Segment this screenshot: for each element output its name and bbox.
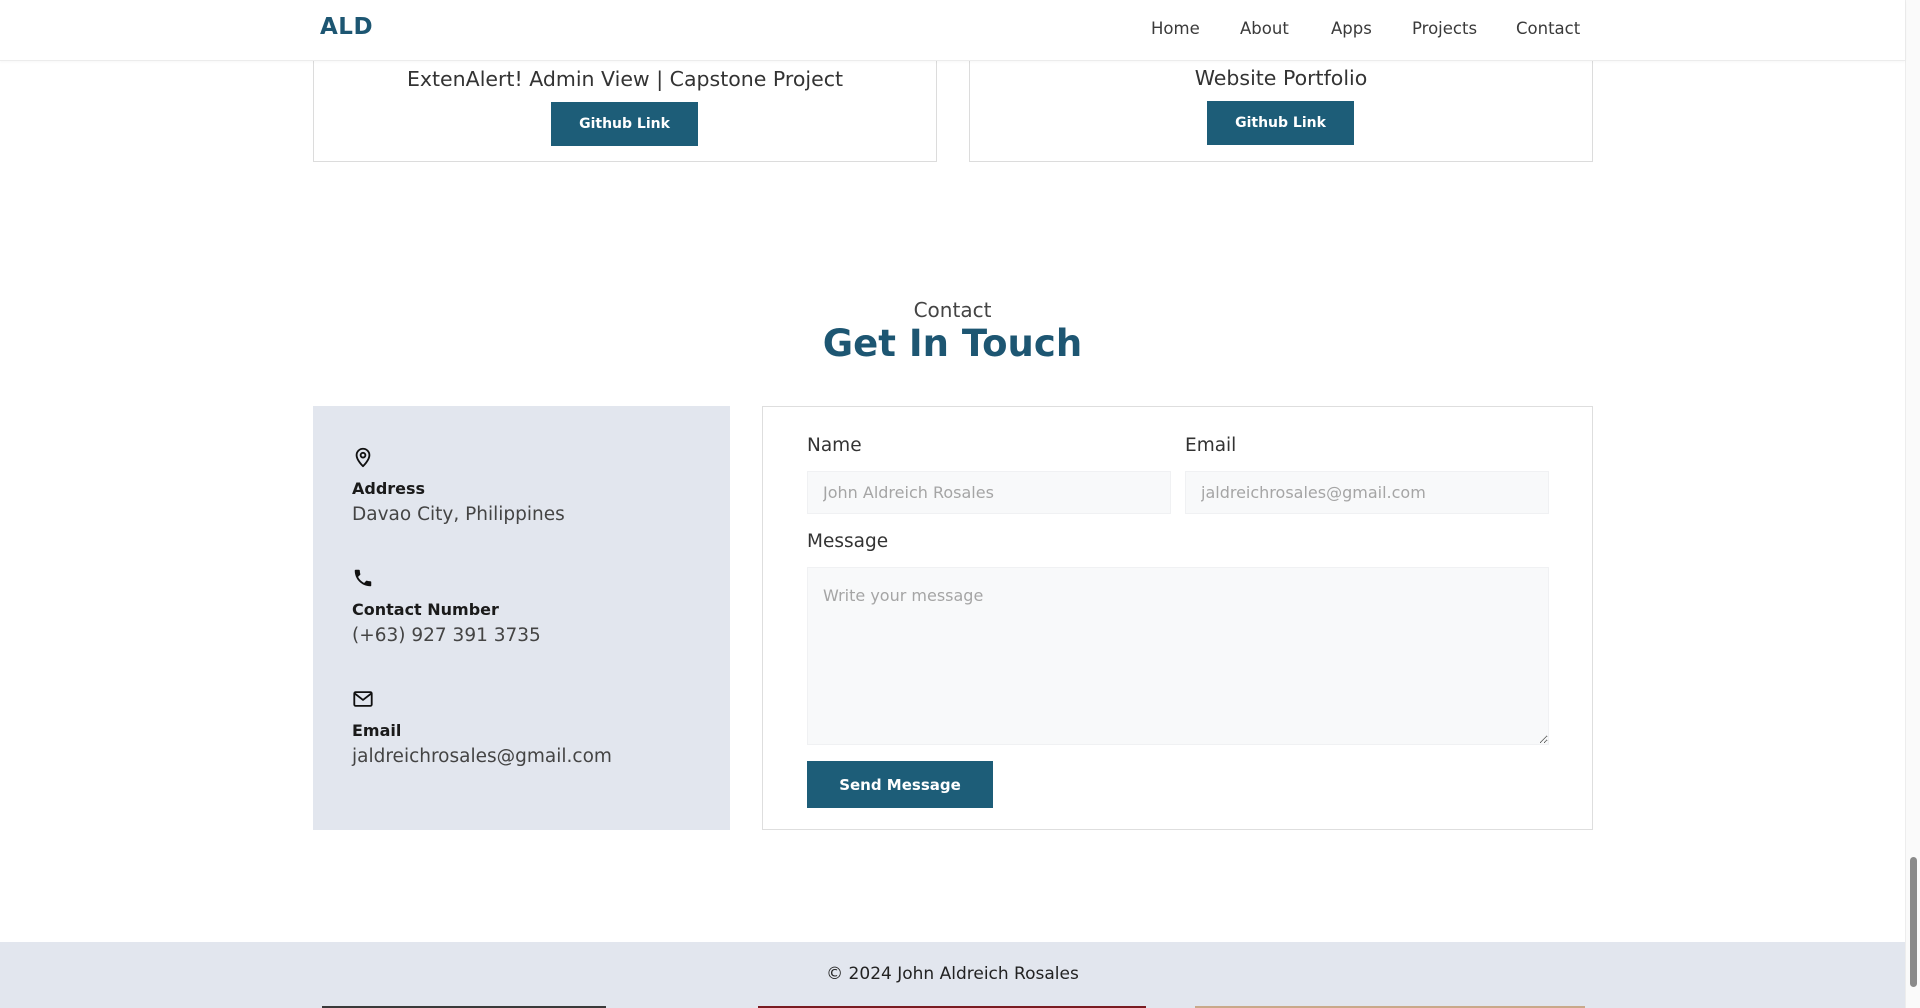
nav-apps[interactable]: Apps xyxy=(1331,19,1372,38)
github-link-button[interactable]: Github Link xyxy=(551,102,698,146)
name-label: Name xyxy=(807,435,862,456)
copyright: © 2024 John Aldreich Rosales xyxy=(826,964,1079,984)
nav-home[interactable]: Home xyxy=(1151,19,1200,38)
email-input[interactable] xyxy=(1185,471,1549,514)
scrollbar-thumb[interactable] xyxy=(1910,857,1917,987)
address-block: Address Davao City, Philippines xyxy=(352,446,712,536)
section-subtitle: Contact xyxy=(913,298,992,322)
message-textarea[interactable] xyxy=(807,567,1549,745)
project-title: Website Portfolio xyxy=(1194,66,1368,90)
project-title: ExtenAlert! Admin View | Capstone Projec… xyxy=(406,67,844,91)
nav-about[interactable]: About xyxy=(1240,19,1289,38)
send-message-button[interactable]: Send Message xyxy=(807,761,993,808)
nav-projects[interactable]: Projects xyxy=(1412,19,1477,38)
page-scrollbar[interactable] xyxy=(1905,0,1920,1008)
nav-contact[interactable]: Contact xyxy=(1516,19,1580,38)
mail-icon xyxy=(353,691,373,707)
contact-form: Name Email Message Send Message xyxy=(762,406,1593,830)
message-label: Message xyxy=(807,531,889,552)
info-value: jaldreichrosales@gmail.com xyxy=(352,746,612,767)
info-value: Davao City, Philippines xyxy=(352,504,565,525)
logo[interactable]: ALD xyxy=(320,14,373,40)
info-label: Email xyxy=(352,721,402,740)
github-link-button[interactable]: Github Link xyxy=(1207,101,1354,145)
phone-icon xyxy=(354,569,372,587)
phone-block: Contact Number (+63) 927 391 3735 xyxy=(352,567,712,657)
section-title: Get In Touch xyxy=(822,322,1083,365)
email-label: Email xyxy=(1185,435,1237,456)
contact-info-panel: Address Davao City, Philippines Contact … xyxy=(313,406,730,830)
site-header: ALD Home About Apps Projects Contact xyxy=(0,0,1905,61)
site-footer: © 2024 John Aldreich Rosales xyxy=(0,942,1905,1008)
info-label: Contact Number xyxy=(352,600,499,619)
info-label: Address xyxy=(352,479,426,498)
email-block: Email jaldreichrosales@gmail.com xyxy=(352,688,712,778)
page: ALD Home About Apps Projects Contact Ext… xyxy=(0,0,1920,1008)
name-input[interactable] xyxy=(807,471,1171,514)
info-value: (+63) 927 391 3735 xyxy=(352,625,541,646)
location-pin-icon xyxy=(355,447,371,468)
